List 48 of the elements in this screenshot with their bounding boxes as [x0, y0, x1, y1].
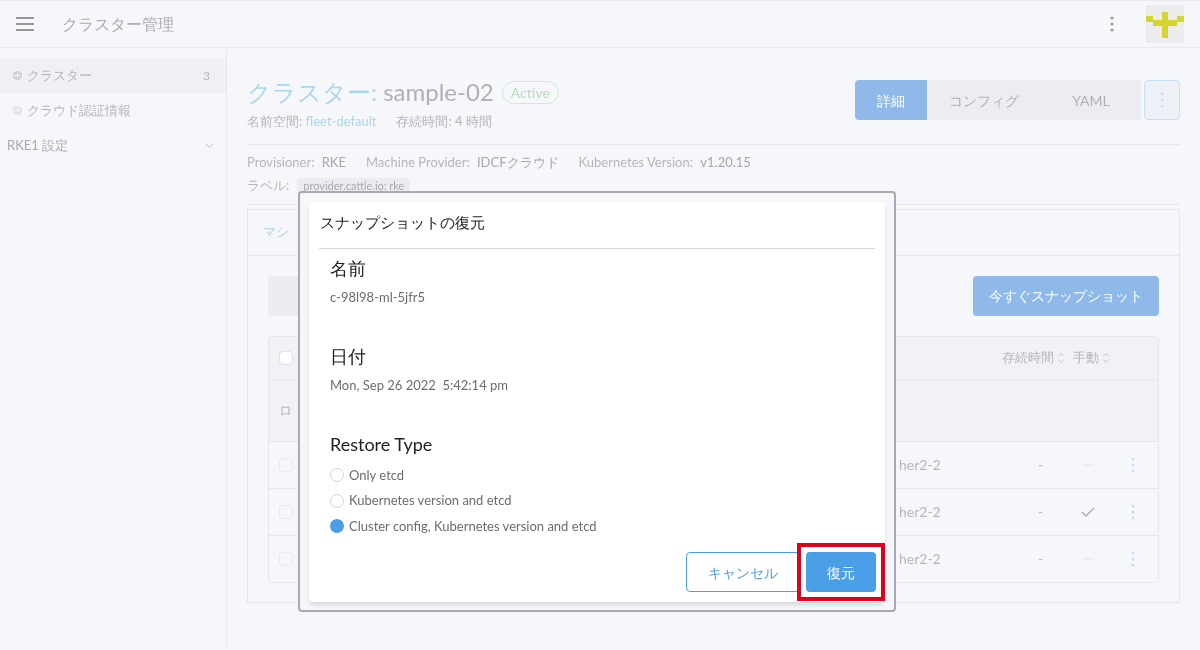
sidebar-item[interactable]: クラウド認証情報: [0, 93, 226, 128]
section-tab[interactable]: マシ: [263, 222, 289, 242]
check-icon: [1081, 506, 1095, 517]
menu-icon[interactable]: [16, 17, 34, 31]
name-cell-text: her2-2: [899, 502, 942, 522]
meta-text: 名前空間: fleet-default: [247, 112, 377, 131]
sidebar-group[interactable]: RKE1 設定: [0, 128, 226, 163]
field-label: 名前: [330, 255, 367, 281]
radio-option[interactable]: Kubernetes version and etcd: [330, 491, 512, 511]
detail-text: Kubernetes Version: v1.20.15: [578, 152, 751, 172]
globe-icon: [12, 70, 23, 81]
field-value: Mon, Sep 26 2022 5:42:14 pm: [330, 376, 509, 395]
labels-label: ラベル:: [247, 176, 290, 195]
radio-option[interactable]: Cluster config, Kubernetes version and etcd: [330, 516, 597, 536]
sort-icon[interactable]: [1102, 352, 1110, 364]
section-label: Restore Type: [330, 431, 434, 457]
logo-icon[interactable]: [1146, 5, 1184, 43]
page-title: クラスター: sample-02: [247, 76, 494, 108]
snapshot-button[interactable]: 今すぐスナップショット: [973, 275, 1159, 316]
radio-button[interactable]: [330, 519, 344, 534]
field-value: c-98l98-ml-5jfr5: [330, 287, 427, 307]
more-icon[interactable]: [1131, 550, 1135, 567]
chevron-icon: [205, 142, 214, 149]
column-header[interactable]: 存続時間: [1002, 348, 1054, 368]
checkbox[interactable]: [279, 351, 293, 365]
more-button[interactable]: [1144, 80, 1180, 120]
more-icon[interactable]: [1131, 456, 1135, 473]
detail-text: Provisioner: RKE: [247, 152, 346, 172]
age-cell-text: -: [1038, 455, 1045, 475]
more-icon[interactable]: [1110, 16, 1114, 32]
meta-text: 存続時間: 4 時間: [396, 112, 492, 131]
view-tab[interactable]: YAML: [1041, 80, 1141, 120]
more-icon[interactable]: [1160, 92, 1164, 108]
column-header[interactable]: 手動: [1073, 348, 1099, 368]
globe-icon: [12, 105, 23, 116]
radio-option[interactable]: Only etcd: [330, 465, 405, 485]
view-tab[interactable]: 詳細: [855, 80, 927, 120]
field-label: 日付: [330, 344, 367, 369]
app-title: クラスター管理: [62, 13, 174, 35]
restore-button[interactable]: 復元: [806, 552, 876, 592]
more-icon[interactable]: [1131, 503, 1135, 520]
name-cell-text: her2-2: [899, 455, 942, 475]
sort-icon[interactable]: [1057, 352, 1065, 364]
name-cell-text: her2-2: [899, 549, 942, 569]
age-cell-text: -: [1038, 502, 1045, 522]
detail-text: Machine Provider: IDCFクラウド: [366, 152, 559, 172]
dialog-title: スナップショットの復元: [319, 202, 875, 249]
age-cell-text: -: [1038, 549, 1045, 569]
